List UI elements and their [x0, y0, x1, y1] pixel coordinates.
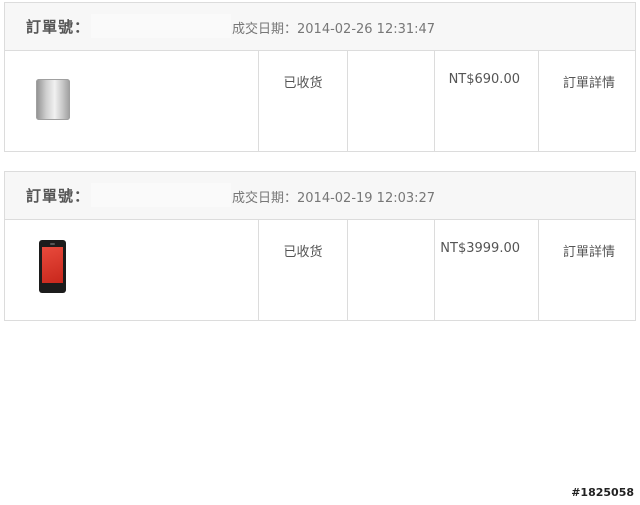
- order-detail-link[interactable]: 訂單詳情: [539, 241, 635, 260]
- order-header: 訂單號： 成交日期：2014-02-19 12:03:27: [5, 172, 635, 220]
- price-cell: NT$690.00: [435, 51, 539, 151]
- product-image-cell: [5, 220, 259, 320]
- order-detail-link[interactable]: 訂單詳情: [539, 72, 635, 91]
- order-card: 訂單號： 成交日期：2014-02-26 12:31:47 已收货 NT$690…: [4, 2, 636, 152]
- order-price: NT$690.00: [448, 72, 520, 87]
- order-header: 訂單號： 成交日期：2014-02-26 12:31:47: [5, 3, 635, 51]
- power-bank-icon[interactable]: [36, 79, 70, 120]
- order-status: 已收货: [283, 245, 323, 260]
- phone-screen: [42, 247, 63, 283]
- order-price: NT$3999.00: [440, 241, 520, 256]
- status-cell: 已收货: [259, 51, 348, 151]
- order-number-label: 訂單號：: [26, 18, 91, 36]
- order-number-redacted: [91, 14, 231, 38]
- blank-cell: [348, 220, 435, 320]
- blank-cell: [348, 51, 435, 151]
- detail-cell: 訂單詳情: [539, 220, 635, 320]
- order-row: 已收货 NT$3999.00 訂單詳情: [5, 220, 635, 320]
- order-row: 已收货 NT$690.00 訂單詳情: [5, 51, 635, 151]
- watermark: #1825058: [571, 486, 634, 499]
- order-date: 成交日期：2014-02-19 12:03:27: [232, 191, 436, 206]
- order-date: 成交日期：2014-02-26 12:31:47: [232, 22, 436, 37]
- smartphone-icon[interactable]: [39, 240, 66, 293]
- camera-dot: [50, 243, 55, 245]
- detail-cell: 訂單詳情: [539, 51, 635, 151]
- status-cell: 已收货: [259, 220, 348, 320]
- price-cell: NT$3999.00: [435, 220, 539, 320]
- order-number-label: 訂單號：: [26, 187, 91, 205]
- order-card: 訂單號： 成交日期：2014-02-19 12:03:27 已收货 NT$399…: [4, 171, 636, 321]
- order-status: 已收货: [283, 76, 323, 91]
- product-image-cell: [5, 51, 259, 151]
- order-number-redacted: [91, 183, 231, 207]
